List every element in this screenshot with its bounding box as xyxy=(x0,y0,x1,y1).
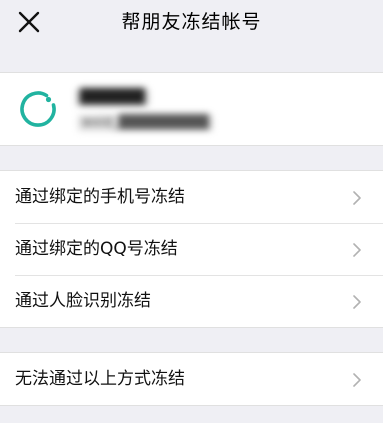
list-item-label: 无法通过以上方式冻结 xyxy=(15,369,185,389)
list-item-cannot-freeze[interactable]: 无法通过以上方式冻结 xyxy=(0,353,383,405)
list-item-label: 通过绑定的QQ号冻结 xyxy=(15,239,178,259)
chevron-right-icon xyxy=(353,243,361,257)
account-id-blurred: wxid_█████████ xyxy=(78,115,213,131)
list-item-label: 通过人脸识别冻结 xyxy=(15,291,151,311)
list-item-freeze-by-qq[interactable]: 通过绑定的QQ号冻结 xyxy=(0,223,383,275)
wechat-loading-ring-icon xyxy=(18,89,58,129)
list-item-label: 通过绑定的手机号冻结 xyxy=(15,187,185,207)
freeze-methods-list: 通过绑定的手机号冻结 通过绑定的QQ号冻结 通过人脸识别冻结 xyxy=(0,170,383,328)
chevron-right-icon xyxy=(353,295,361,309)
account-name-blurred: ██████ xyxy=(76,89,149,106)
chevron-right-icon xyxy=(353,191,361,205)
list-item-freeze-by-face[interactable]: 通过人脸识别冻结 xyxy=(0,275,383,327)
navigation-bar: 帮朋友冻结帐号 xyxy=(0,0,383,46)
account-card: ██████ wxid_█████████ xyxy=(0,72,383,146)
list-item-freeze-by-phone[interactable]: 通过绑定的手机号冻结 xyxy=(0,171,383,223)
other-method-list: 无法通过以上方式冻结 xyxy=(0,352,383,406)
page-title: 帮朋友冻结帐号 xyxy=(121,11,262,33)
chevron-right-icon xyxy=(353,373,361,387)
